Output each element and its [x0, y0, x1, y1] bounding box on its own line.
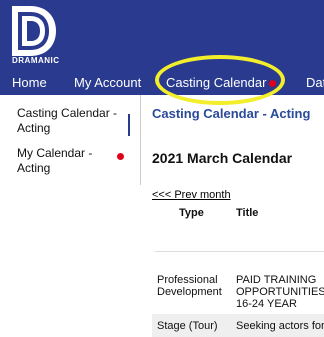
table-cell-type: Stage (Tour): [157, 320, 218, 332]
table-cell-type: Professional Development: [157, 274, 222, 298]
nav-my-account[interactable]: My Account: [74, 75, 141, 90]
highlight-circle: [155, 55, 285, 105]
table-cell-title[interactable]: Seeking actors for: [236, 320, 324, 332]
column-header-type: Type: [179, 207, 204, 219]
page-title: Casting Calendar - Acting: [152, 106, 311, 121]
sidebar-item-my-calendar[interactable]: My Calendar - Acting: [17, 146, 107, 176]
sidebar-item-casting-calendar[interactable]: Casting Calendar - Acting: [17, 106, 127, 136]
logo-wordmark: DRAMANIC: [12, 56, 60, 65]
active-indicator: [128, 114, 130, 136]
nav-dat[interactable]: Dat: [306, 75, 324, 90]
month-title: 2021 March Calendar: [152, 150, 293, 166]
column-header-title: Title: [236, 207, 259, 219]
prev-month-link[interactable]: <<< Prev month: [152, 189, 231, 201]
table-cell-title[interactable]: PAID TRAINING OPPORTUNITIES 16-24 YEAR O…: [236, 274, 324, 310]
notification-dot: [117, 153, 124, 160]
table-divider: [155, 251, 324, 252]
nav-home[interactable]: Home: [12, 75, 47, 90]
